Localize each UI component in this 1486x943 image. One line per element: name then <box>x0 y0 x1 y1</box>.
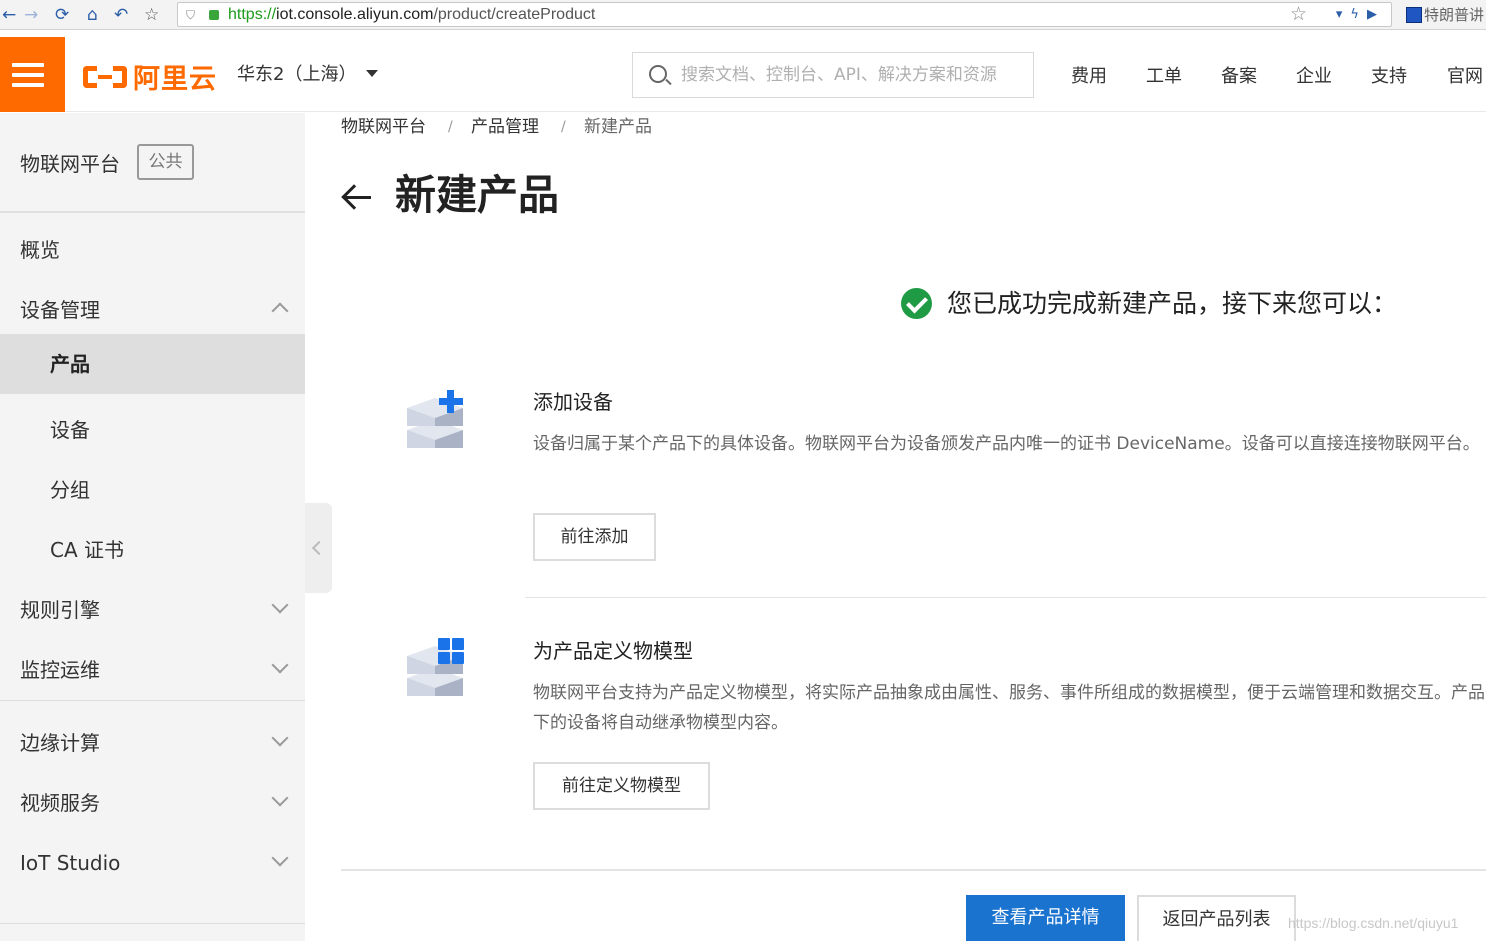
chevron-up-icon <box>271 302 289 320</box>
aliyun-logo[interactable]: 阿里云 <box>83 57 217 95</box>
sidebar-divider <box>0 923 305 924</box>
chevron-down-icon <box>271 789 289 807</box>
sidebar-title: 物联网平台 <box>20 152 120 176</box>
nav-fees[interactable]: 费用 <box>1071 64 1107 90</box>
chevron-left-icon <box>311 540 327 556</box>
sidebar-item-monitoring[interactable]: 监控运维 <box>0 640 305 700</box>
aliyun-logo-icon <box>83 62 127 92</box>
caret-down-icon <box>366 70 379 77</box>
favorite-star-icon[interactable]: ☆ <box>1290 3 1307 26</box>
chevron-down-icon <box>271 849 289 867</box>
footer-divider <box>341 869 1486 871</box>
sidebar-item-label: CA 证书 <box>50 538 125 562</box>
sidebar-item-label: 分组 <box>50 478 90 502</box>
reload-icon[interactable]: ⟳ <box>55 3 69 27</box>
home-icon[interactable]: ⌂ <box>87 3 98 27</box>
undo-icon[interactable]: ↶ <box>114 3 128 27</box>
nav-tickets[interactable]: 工单 <box>1146 64 1182 90</box>
sidebar: 物联网平台 公共 概览 设备管理 产品 设备 分组 CA 证书 规则引擎 监控运… <box>0 113 305 941</box>
back-to-product-list-button[interactable]: 返回产品列表 <box>1137 895 1296 941</box>
breadcrumb-separator: / <box>448 119 453 135</box>
go-define-thing-model-button[interactable]: 前往定义物模型 <box>533 762 710 810</box>
thing-model-icon <box>405 634 471 704</box>
sidebar-header: 物联网平台 公共 <box>0 113 305 213</box>
console-header: 阿里云 华东2（上海） 费用 工单 备案 企业 支持 官网 <box>0 37 1486 112</box>
sidebar-item-label: 监控运维 <box>20 658 100 682</box>
sidebar-item-rule-engine[interactable]: 规则引擎 <box>0 580 305 640</box>
breadcrumb-current: 新建产品 <box>584 117 652 137</box>
chevron-down-icon <box>271 729 289 747</box>
breadcrumb-separator: / <box>561 119 566 135</box>
nav-filing[interactable]: 备案 <box>1221 64 1257 90</box>
url-path: /product/createProduct <box>433 6 596 23</box>
search-box[interactable] <box>632 52 1034 98</box>
sidebar-item-devices[interactable]: 设备 <box>0 400 305 460</box>
url-text[interactable]: https://iot.console.aliyun.com/product/c… <box>228 5 595 25</box>
shield-icon: ⛉ <box>186 8 196 22</box>
step-add-device-title: 添加设备 <box>533 390 613 414</box>
sidebar-item-label: IoT Studio <box>20 851 121 875</box>
go-add-button[interactable]: 前往添加 <box>533 513 656 561</box>
sidebar-item-label: 概览 <box>20 238 60 262</box>
extension-button[interactable]: 特朗普讲 <box>1406 3 1484 27</box>
sidebar-item-label: 视频服务 <box>20 791 100 815</box>
step-add-device-description: 设备归属于某个产品下的具体设备。物联网平台为设备颁发产品内唯一的证书 Devic… <box>533 434 1480 454</box>
step-thing-model-description: 物联网平台支持为产品定义物模型，将实际产品抽象成由属性、服务、事件所组成的数据模… <box>533 683 1485 733</box>
chevron-down-icon <box>271 596 289 614</box>
nav-support[interactable]: 支持 <box>1371 64 1407 90</box>
extension-icon <box>1406 7 1422 23</box>
sidebar-item-label: 边缘计算 <box>20 731 100 755</box>
sidebar-item-ca-certificate[interactable]: CA 证书 <box>0 520 305 580</box>
search-input[interactable] <box>681 53 1026 97</box>
menu-icon[interactable] <box>0 37 65 112</box>
sidebar-item-label: 规则引擎 <box>20 598 100 622</box>
breadcrumb-iot-platform[interactable]: 物联网平台 <box>341 115 426 139</box>
search-icon <box>649 65 667 83</box>
sidebar-divider <box>0 700 305 701</box>
sidebar-item-edge-computing[interactable]: 边缘计算 <box>0 713 305 773</box>
region-selector[interactable]: 华东2（上海） <box>237 63 379 87</box>
extension-label: 特朗普讲 <box>1424 6 1485 24</box>
success-text: 您已成功完成新建产品，接下来您可以： <box>947 289 1398 318</box>
sidebar-collapse-toggle[interactable] <box>305 503 332 593</box>
sidebar-item-label: 产品 <box>50 352 90 376</box>
sidebar-item-overview[interactable]: 概览 <box>0 220 305 280</box>
back-icon[interactable]: ← <box>2 3 16 27</box>
nav-official-site[interactable]: 官网 <box>1447 64 1483 90</box>
sidebar-item-products[interactable]: 产品 <box>0 334 305 394</box>
view-product-details-button[interactable]: 查看产品详情 <box>966 895 1125 941</box>
step-divider <box>525 597 1486 598</box>
address-bar[interactable]: ⛉ https://iot.console.aliyun.com/product… <box>177 2 1392 27</box>
browser-toolbar: ← → ⟳ ⌂ ↶ ☆ ⛉ https://iot.console.aliyun… <box>0 0 1486 30</box>
sidebar-item-iot-studio[interactable]: IoT Studio <box>0 833 305 893</box>
add-device-icon <box>405 386 471 456</box>
nav-enterprise[interactable]: 企业 <box>1296 64 1332 90</box>
lock-icon <box>209 10 219 20</box>
instance-badge: 公共 <box>137 144 194 180</box>
sidebar-item-device-management[interactable]: 设备管理 <box>0 280 305 340</box>
logo-text: 阿里云 <box>133 64 217 95</box>
breadcrumb-product-management[interactable]: 产品管理 <box>471 115 539 139</box>
sidebar-item-label: 设备管理 <box>20 298 100 322</box>
forward-icon[interactable]: → <box>24 3 38 27</box>
url-tools-icon[interactable]: ▾ϟ▶ <box>1336 4 1385 25</box>
back-arrow-icon[interactable] <box>341 183 373 213</box>
bookmark-star-icon[interactable]: ☆ <box>144 3 159 27</box>
chevron-down-icon <box>271 656 289 674</box>
watermark: https://blog.csdn.net/qiuyu1 <box>1288 915 1459 931</box>
region-label: 华东2（上海） <box>237 64 357 85</box>
sidebar-item-label: 设备 <box>50 418 90 442</box>
sidebar-item-video-service[interactable]: 视频服务 <box>0 773 305 833</box>
sidebar-item-groups[interactable]: 分组 <box>0 460 305 520</box>
step-thing-model-title: 为产品定义物模型 <box>533 639 693 663</box>
url-host: iot.console.aliyun.com <box>276 6 434 23</box>
url-protocol: https:// <box>228 6 277 23</box>
page-title: 新建产品 <box>395 171 559 219</box>
check-circle-icon <box>901 288 932 319</box>
